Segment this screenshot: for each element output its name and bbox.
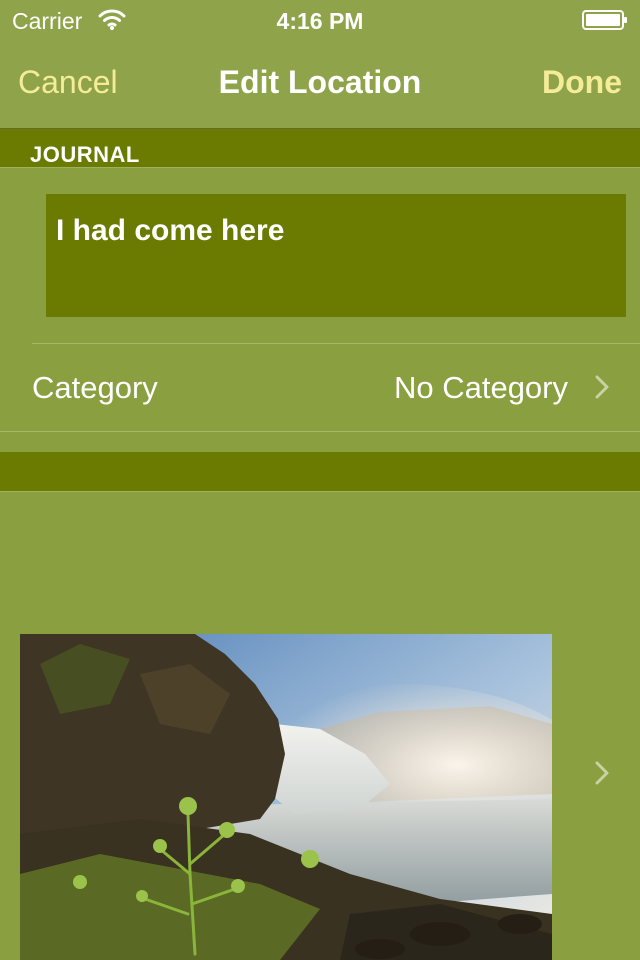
location-photo [20, 634, 552, 960]
journal-text: I had come here [56, 214, 285, 247]
battery-icon [582, 10, 627, 30]
cancel-button[interactable]: Cancel [18, 64, 118, 101]
photo-row[interactable] [0, 492, 640, 960]
journal-section-header: JOURNAL [0, 129, 640, 168]
navigation-bar: Edit Location Cancel Done [0, 40, 640, 129]
chevron-right-icon [595, 761, 609, 785]
status-bar: Carrier 4:16 PM [0, 0, 640, 40]
row-separator [0, 431, 640, 432]
photo-section-header [0, 452, 640, 492]
category-label: Category [32, 370, 158, 405]
section-header-label: JOURNAL [30, 142, 140, 167]
category-value: No Category [393, 370, 568, 405]
done-button[interactable]: Done [542, 64, 622, 101]
journal-text-area[interactable]: I had come here [46, 194, 626, 317]
chevron-right-icon [595, 375, 609, 399]
clock: 4:16 PM [276, 8, 364, 34]
category-row[interactable]: Category No Category [0, 344, 640, 431]
